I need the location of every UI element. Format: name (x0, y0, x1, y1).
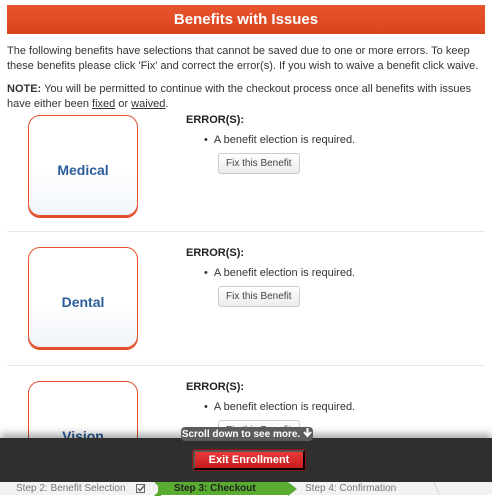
exit-enrollment-button[interactable]: Exit Enrollment (193, 450, 305, 470)
benefit-errors-dental: ERROR(S): A benefit election is required… (186, 247, 476, 307)
checkbox-checked-icon (136, 482, 146, 495)
error-message: A benefit election is required. (186, 401, 476, 413)
error-message: A benefit election is required. (186, 267, 476, 279)
benefit-card-medical[interactable]: Medical (28, 115, 138, 216)
arrow-down-icon (303, 427, 312, 441)
page-header: Benefits with Issues (7, 5, 485, 34)
note-text-middle: or (115, 98, 132, 110)
errors-title: ERROR(S): (186, 247, 245, 259)
scroll-hint-text: Scroll down to see more. (181, 428, 301, 440)
fix-benefit-button-medical[interactable]: Fix this Benefit (218, 153, 300, 174)
note-text-before: You will be permitted to continue with t… (7, 83, 472, 110)
step-arrow (424, 482, 441, 495)
scroll-hint[interactable]: Scroll down to see more. (181, 427, 313, 441)
fix-benefit-button-dental[interactable]: Fix this Benefit (218, 286, 300, 307)
note-label: NOTE: (7, 83, 42, 95)
step-arrow (288, 482, 297, 496)
step-3-checkout: Step 3: Checkout (158, 482, 288, 495)
benefit-name: Medical (57, 161, 109, 178)
step-4-confirmation: Step 4: Confirmation (305, 483, 397, 494)
note-text: NOTE: You will be permitted to continue … (7, 82, 485, 112)
errors-title: ERROR(S): (186, 114, 245, 126)
error-message: A benefit election is required. (186, 134, 476, 146)
waived-link[interactable]: waived (131, 98, 165, 110)
errors-title: ERROR(S): (186, 381, 245, 393)
divider (7, 365, 485, 366)
fixed-link[interactable]: fixed (92, 98, 115, 110)
benefit-name: Dental (61, 293, 105, 310)
step-2-benefit-selection[interactable]: Step 2: Benefit Selection (16, 482, 126, 495)
benefit-errors-medical: ERROR(S): A benefit election is required… (186, 114, 476, 174)
divider (7, 231, 485, 232)
benefit-card-dental[interactable]: Dental (28, 247, 138, 348)
intro-text: The following benefits have selections t… (7, 45, 479, 72)
page-title: Benefits with Issues (173, 11, 319, 28)
note-text-after: . (165, 98, 169, 110)
checkout-steps: Step 2: Benefit Selection Step 3: Checko… (0, 482, 492, 496)
